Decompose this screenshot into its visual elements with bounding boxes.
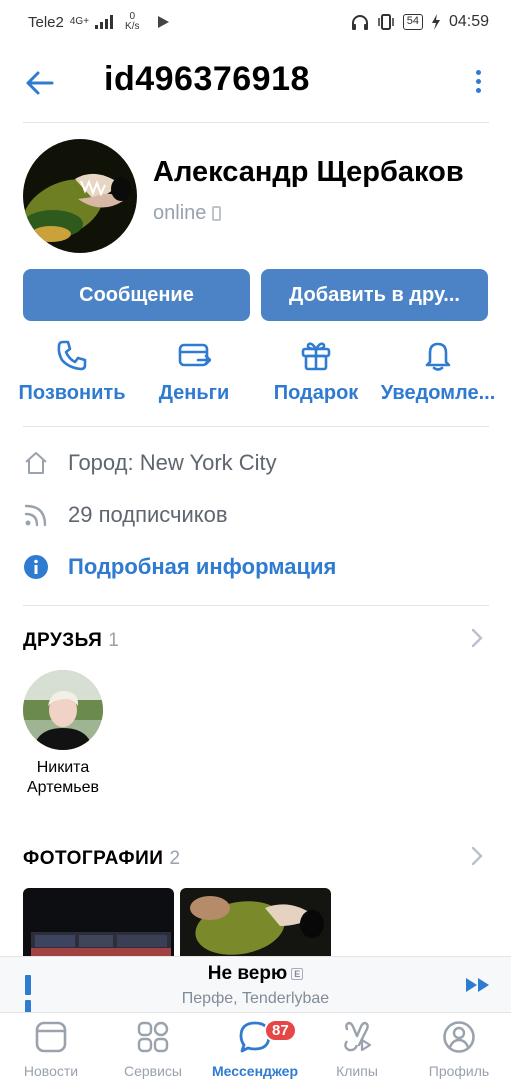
tab-clips[interactable]: Клипы — [306, 1019, 408, 1079]
friends-count: 1 — [108, 630, 120, 651]
carrier-name: Tele2 — [28, 13, 64, 31]
photo-thumbnail[interactable] — [180, 888, 331, 956]
followers-text: 29 подписчиков — [68, 502, 228, 527]
divider — [23, 605, 489, 606]
news-icon — [35, 1021, 67, 1053]
notifications-label: Уведомле... — [380, 382, 496, 404]
tab-messenger[interactable]: 87 Мессенджер — [204, 1019, 306, 1079]
charging-icon — [431, 14, 440, 30]
money-icon — [178, 343, 211, 367]
track-title: Не верю E — [0, 963, 511, 985]
online-status: online — [153, 202, 222, 225]
track-artist: Перфе, Tenderlybae — [181, 990, 330, 1007]
profile-avatar[interactable] — [23, 139, 137, 253]
chevron-right-icon[interactable] — [470, 628, 484, 648]
photo-thumbnail[interactable] — [23, 888, 174, 956]
home-icon — [25, 452, 47, 474]
unread-badge: 87 — [264, 1019, 297, 1042]
message-button[interactable]: Сообщение — [23, 269, 250, 321]
top-bar: id496376918 — [0, 50, 511, 114]
followers-row[interactable]: 29 подписчиков — [23, 502, 228, 528]
more-info-row[interactable]: Подробная информация — [23, 554, 336, 580]
city-text: Город: New York City — [68, 450, 277, 475]
profile-icon — [443, 1021, 475, 1053]
status-bar: Tele2 4G+ 0 K/s 54 04:59 — [0, 0, 511, 44]
mini-player[interactable]: Не верю E Перфе, Tenderlybae — [0, 956, 511, 1020]
tab-services[interactable]: Сервисы — [102, 1019, 204, 1079]
play-store-icon — [157, 16, 169, 28]
call-action[interactable]: Позвонить — [12, 338, 132, 405]
clips-icon — [344, 1021, 372, 1052]
friend-name[interactable]: Никита Артемьев — [10, 758, 116, 798]
money-label: Деньги — [158, 382, 230, 404]
phone-icon — [57, 340, 87, 371]
profile-name: Александр Щербаков — [153, 156, 464, 188]
network-speed: 0 K/s — [125, 11, 140, 32]
vibrate-icon — [377, 14, 394, 30]
services-icon — [137, 1021, 169, 1053]
signal-icon — [95, 15, 114, 29]
more-options-icon[interactable] — [466, 66, 490, 100]
explicit-badge: E — [291, 967, 304, 980]
friends-header[interactable]: ДРУЗЬЯ 1 — [23, 630, 119, 652]
headphones-icon — [351, 15, 368, 30]
notifications-action[interactable]: Уведомле... — [378, 338, 498, 405]
clock: 04:59 — [448, 13, 489, 30]
bell-icon — [425, 342, 451, 371]
page-title: id496376918 — [104, 60, 310, 98]
back-arrow-icon[interactable] — [22, 66, 56, 100]
bottom-tab-bar: Новости Сервисы 87 Мессенджер Клипы Проф… — [0, 1012, 511, 1080]
gift-action[interactable]: Подарок — [256, 338, 376, 405]
mobile-icon — [212, 206, 222, 221]
more-info-link[interactable]: Подробная информация — [68, 554, 336, 580]
divider — [23, 122, 489, 123]
add-friend-button[interactable]: Добавить в дру... — [261, 269, 488, 321]
followers-icon — [24, 504, 47, 527]
city-row: Город: New York City — [23, 450, 277, 476]
call-label: Позвонить — [18, 382, 126, 404]
info-icon — [24, 555, 48, 579]
photos-header[interactable]: ФОТОГРАФИИ 2 — [23, 848, 181, 870]
money-action[interactable]: Деньги — [134, 338, 254, 405]
battery-indicator: 54 — [402, 14, 423, 30]
tab-news[interactable]: Новости — [0, 1019, 102, 1079]
friend-avatar[interactable] — [23, 670, 103, 750]
tab-profile[interactable]: Профиль — [408, 1019, 510, 1079]
network-type: 4G+ — [69, 16, 90, 27]
gift-label: Подарок — [273, 382, 359, 404]
gift-icon — [301, 342, 331, 371]
photos-count: 2 — [169, 848, 181, 869]
divider — [23, 426, 489, 427]
next-track-icon[interactable] — [465, 977, 491, 993]
chevron-right-icon[interactable] — [470, 846, 484, 866]
